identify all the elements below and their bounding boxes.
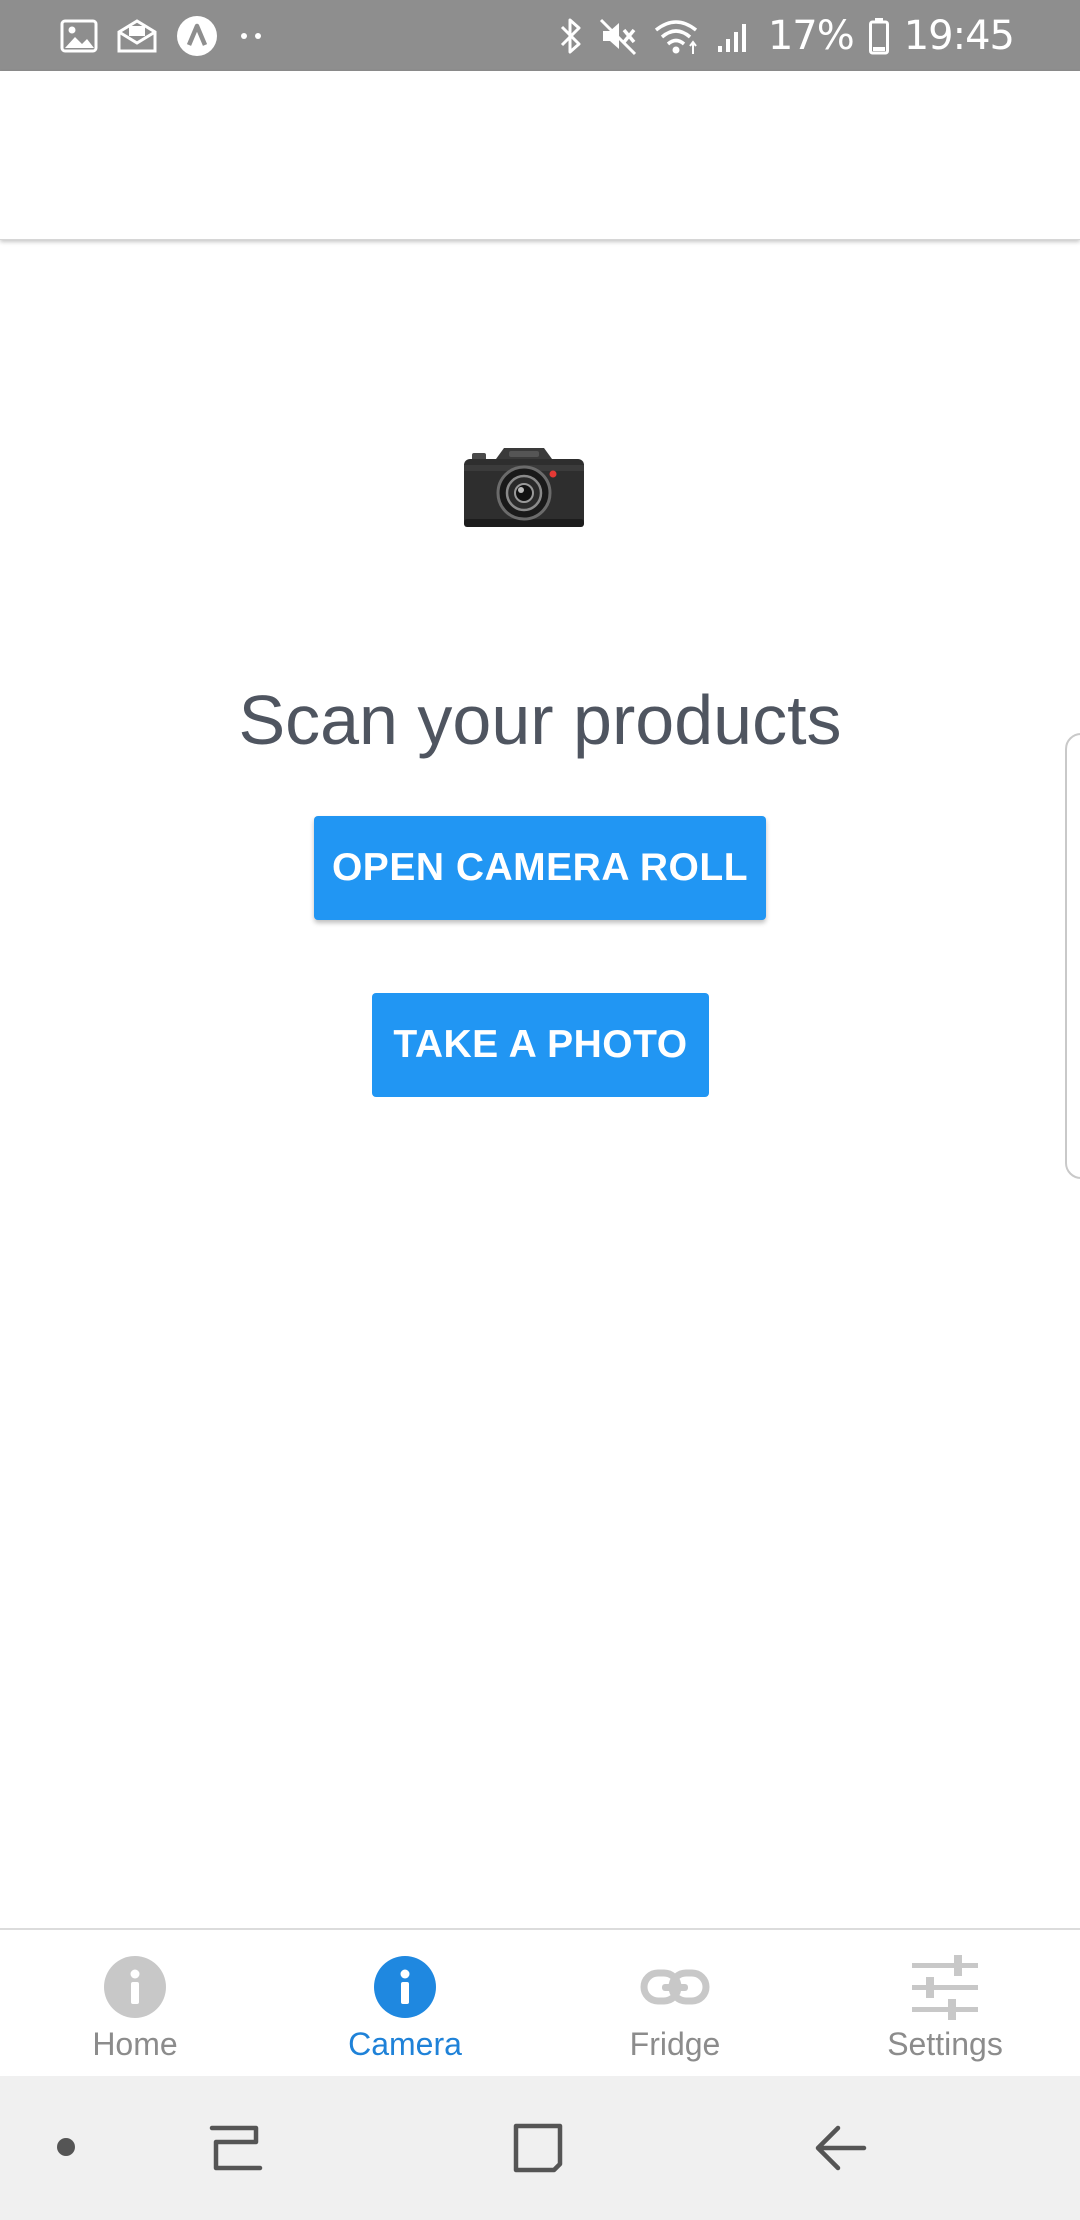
tab-home[interactable]: Home bbox=[0, 1930, 270, 2078]
take-photo-button[interactable]: TAKE A PHOTO bbox=[372, 993, 709, 1097]
wifi-icon bbox=[654, 19, 697, 54]
recents-icon[interactable] bbox=[208, 2120, 264, 2174]
app-a-icon bbox=[177, 15, 217, 56]
app-header bbox=[0, 71, 1080, 240]
tab-label: Home bbox=[92, 2026, 178, 2062]
tab-label: Fridge bbox=[629, 2026, 721, 2062]
mail-icon bbox=[117, 18, 157, 52]
link-icon bbox=[640, 1952, 710, 2022]
back-arrow-icon[interactable] bbox=[812, 2120, 868, 2176]
bottom-tab-bar: Home Camera Fridge Settings bbox=[0, 1928, 1080, 2078]
battery-percent: 17% bbox=[767, 12, 855, 59]
tab-label: Camera bbox=[348, 2026, 462, 2062]
tab-fridge[interactable]: Fridge bbox=[540, 1930, 810, 2078]
sliders-icon bbox=[910, 1952, 980, 2022]
bluetooth-icon bbox=[560, 18, 581, 53]
battery-icon bbox=[868, 17, 889, 54]
gallery-icon bbox=[60, 19, 98, 52]
signal-icon bbox=[717, 23, 746, 52]
scan-headline: Scan your products bbox=[238, 681, 842, 759]
tab-label: Settings bbox=[887, 2026, 1003, 2062]
info-icon bbox=[100, 1952, 170, 2022]
clock: 19:45 bbox=[903, 12, 1015, 59]
notification-icons bbox=[60, 0, 266, 71]
mute-icon bbox=[599, 18, 636, 55]
more-notifications-icon bbox=[241, 32, 261, 39]
tab-settings[interactable]: Settings bbox=[810, 1930, 1080, 2078]
info-icon bbox=[370, 1952, 440, 2022]
open-camera-roll-button[interactable]: OPEN CAMERA ROLL bbox=[314, 816, 766, 920]
status-bar: 17% 19:45 bbox=[0, 0, 1080, 71]
dot-icon[interactable] bbox=[55, 2136, 77, 2158]
system-nav-bar bbox=[0, 2076, 1080, 2220]
system-icons: 17% 19:45 bbox=[558, 0, 1015, 71]
edge-panel-handle[interactable] bbox=[1065, 733, 1080, 1179]
camera-icon bbox=[464, 448, 584, 527]
tab-camera[interactable]: Camera bbox=[270, 1930, 540, 2078]
home-square-icon[interactable] bbox=[510, 2120, 566, 2176]
